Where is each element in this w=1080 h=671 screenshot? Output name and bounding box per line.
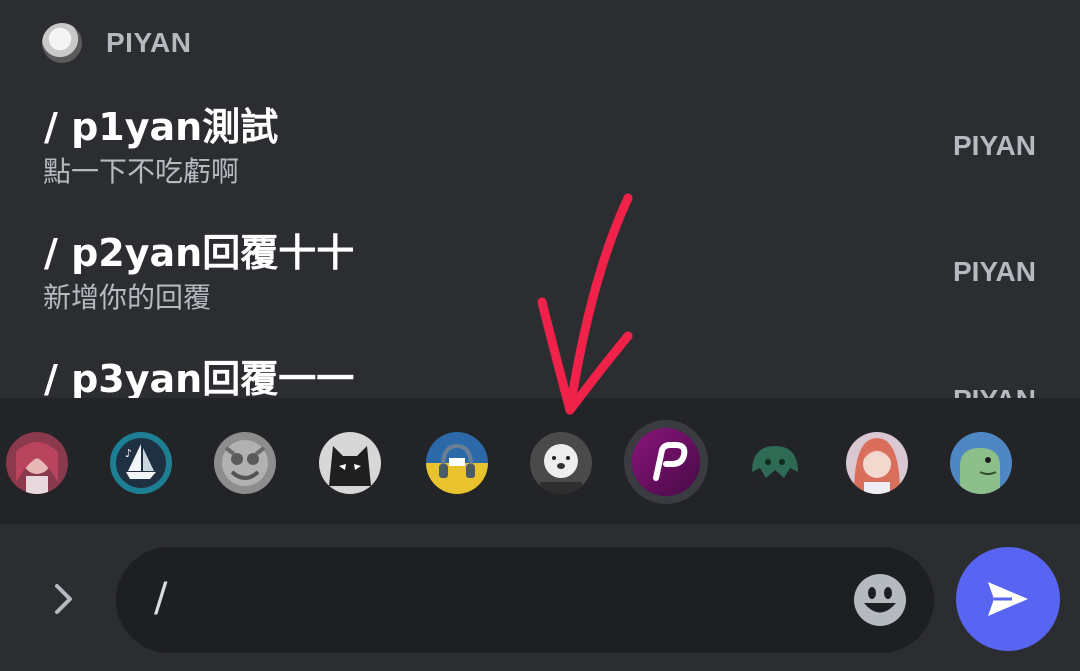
radio-headphones-avatar-icon[interactable] (426, 432, 488, 494)
smiley-icon[interactable] (852, 572, 908, 628)
command-item-p3yan[interactable]: / p3yan回覆一一 PIYAN (0, 348, 1080, 398)
dino-avatar-icon[interactable] (950, 432, 1012, 494)
command-name: / p3yan回覆一一 (44, 357, 355, 398)
svg-text:♪: ♪ (125, 447, 132, 460)
app-avatar-icon (42, 23, 82, 63)
dog-avatar-icon[interactable] (530, 432, 592, 494)
command-source: PIYAN (953, 384, 1036, 398)
command-source: PIYAN (952, 256, 1036, 287)
app-rail: ♪ (0, 398, 1080, 524)
command-item-p2yan[interactable]: / p2yan回覆十十 新增你的回覆 PIYAN (0, 222, 1080, 322)
anime-girl-avatar-icon[interactable] (6, 432, 68, 494)
pink-hair-girl-avatar-icon[interactable] (846, 432, 908, 494)
command-source: PIYAN (952, 130, 1036, 161)
command-section-header: PIYAN (42, 22, 192, 64)
send-icon (988, 582, 1028, 616)
purple-p-logo-icon[interactable] (624, 420, 708, 504)
green-creature-avatar-icon[interactable] (744, 432, 806, 494)
command-list-panel: PIYAN / p1yan測試 點一下不吃虧啊 PIYAN / p2yan回覆十… (0, 0, 1080, 398)
command-description: 新增你的回覆 (43, 281, 212, 314)
chevron-right-icon[interactable] (44, 580, 82, 618)
monster-avatar-icon[interactable] (214, 432, 276, 494)
message-text: / (154, 575, 168, 621)
command-name: / p1yan測試 (44, 105, 279, 149)
ship-music-avatar-icon[interactable]: ♪ (110, 432, 172, 494)
command-item-p1yan[interactable]: / p1yan測試 點一下不吃虧啊 PIYAN (0, 96, 1080, 196)
message-input[interactable]: / (116, 547, 934, 653)
command-name: / p2yan回覆十十 (44, 231, 355, 275)
cat-avatar-icon[interactable] (319, 432, 381, 494)
command-description: 點一下不吃虧啊 (43, 155, 240, 188)
send-button[interactable] (956, 547, 1060, 651)
message-input-bar: / (0, 524, 1080, 671)
section-title: PIYAN (106, 27, 192, 58)
